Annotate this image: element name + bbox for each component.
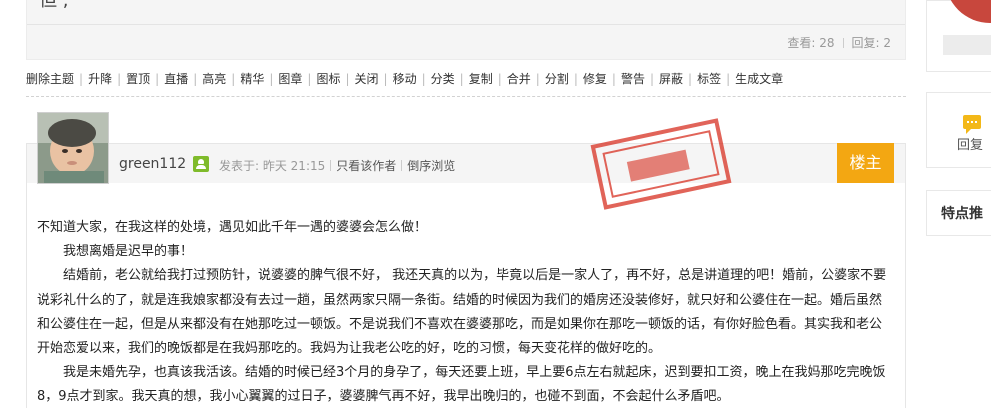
toolbar-separator: | xyxy=(307,72,312,86)
admin-action-10[interactable]: 分类 xyxy=(431,72,455,86)
admin-action-18[interactable]: 生成文章 xyxy=(735,72,783,86)
post-username[interactable]: green112 xyxy=(119,156,186,172)
toolbar-separator: | xyxy=(345,72,350,86)
toolbar-separator: | xyxy=(79,72,84,86)
thread-title-fragment: 但 , xyxy=(39,0,69,11)
admin-action-7[interactable]: 图标 xyxy=(316,72,340,86)
admin-action-2[interactable]: 置顶 xyxy=(126,72,150,86)
admin-action-14[interactable]: 修复 xyxy=(583,72,607,86)
toolbar-separator: | xyxy=(269,72,274,86)
toolbar-separator: | xyxy=(649,72,654,86)
admin-action-9[interactable]: 移动 xyxy=(393,72,417,86)
author-avatar-circle[interactable] xyxy=(945,0,991,23)
sidebar-feature-box: 特点推 xyxy=(926,190,991,236)
reply-icon xyxy=(963,115,981,134)
post-paragraph: 不知道大家，在我这样的处境，遇见如此千年一遇的婆婆会怎么做！ xyxy=(37,220,428,235)
toolbar-separator: | xyxy=(117,72,122,86)
views-count: 查看: 28 xyxy=(787,36,835,50)
admin-action-16[interactable]: 屏蔽 xyxy=(659,72,683,86)
sidebar-author-card xyxy=(926,0,991,72)
reply-label: 回复 xyxy=(957,138,984,153)
toolbar-separator: | xyxy=(726,72,731,86)
toolbar-separator: | xyxy=(535,72,540,86)
admin-action-15[interactable]: 警告 xyxy=(621,72,645,86)
thread-summary-card: 但 , 查看: 28 回复: 2 xyxy=(26,0,906,60)
admin-action-1[interactable]: 升降 xyxy=(88,72,112,86)
admin-action-12[interactable]: 合并 xyxy=(507,72,531,86)
admin-action-0[interactable]: 删除主题 xyxy=(26,72,74,86)
toolbar-separator: | xyxy=(383,72,388,86)
toolbar-separator: | xyxy=(497,72,502,86)
admin-action-6[interactable]: 图章 xyxy=(278,72,302,86)
poster-avatar[interactable] xyxy=(37,112,109,184)
admin-action-17[interactable]: 标签 xyxy=(697,72,721,86)
admin-action-8[interactable]: 关闭 xyxy=(355,72,379,86)
post-paragraph: 我想离婚是迟早的事！ xyxy=(63,244,194,260)
card-divider xyxy=(27,24,905,25)
reverse-browse-link[interactable]: 倒序浏览 xyxy=(407,159,455,173)
post-time: 发表于: 昨天 21:15 xyxy=(219,159,326,173)
author-name-strip xyxy=(943,35,991,55)
admin-action-4[interactable]: 高亮 xyxy=(202,72,226,86)
only-author-link[interactable]: 只看该作者 xyxy=(336,159,396,173)
post-meta: 发表于: 昨天 21:15 只看该作者 倒序浏览 xyxy=(219,157,455,174)
stats-divider xyxy=(842,38,844,48)
toolbar-separator: | xyxy=(231,72,236,86)
post-header: green112 发表于: 昨天 21:15 只看该作者 倒序浏览 楼主 xyxy=(26,143,906,183)
user-profile-icon[interactable] xyxy=(193,156,209,172)
admin-action-13[interactable]: 分割 xyxy=(545,72,569,86)
toolbar-separator: | xyxy=(155,72,160,86)
toolbar-separator: | xyxy=(688,72,693,86)
toolbar-separator: | xyxy=(421,72,426,86)
toolbar-separator: | xyxy=(611,72,616,86)
feature-heading: 特点推 xyxy=(941,206,983,222)
thread-stats: 查看: 28 回复: 2 xyxy=(787,34,891,51)
dashed-divider xyxy=(26,96,906,97)
poster-avatar-image xyxy=(38,113,108,183)
sidebar-reply-button[interactable]: 回复 xyxy=(926,92,991,168)
replies-count: 回复: 2 xyxy=(851,36,892,50)
post-content: 不知道大家，在我这样的处境，遇见如此千年一遇的婆婆会怎么做！ 我想离婚是迟早的事… xyxy=(37,216,893,408)
toolbar-separator: | xyxy=(459,72,464,86)
toolbar-separator: | xyxy=(573,72,578,86)
toolbar-separator: | xyxy=(193,72,198,86)
admin-action-5[interactable]: 精华 xyxy=(240,72,264,86)
floor-badge: 楼主 xyxy=(837,143,894,183)
post-paragraph: 结婚前，老公就给我打过预防针，说婆婆的脾气很不好， 我还天真的以为，毕竟以后是一… xyxy=(37,268,887,357)
admin-toolbar: 删除主题 | 升降 | 置顶 | 直播 | 高亮 | 精华 | 图章 | 图标 | 关闭 | 移动 | 分类 | 复制 | 合并… xyxy=(26,70,783,87)
admin-action-11[interactable]: 复制 xyxy=(469,72,493,86)
admin-action-3[interactable]: 直播 xyxy=(164,72,188,86)
post-paragraph: 我是未婚先孕，也真该我活该。结婚的时候已经3个月的身孕了，每天还要上班，早上要6… xyxy=(37,365,886,405)
